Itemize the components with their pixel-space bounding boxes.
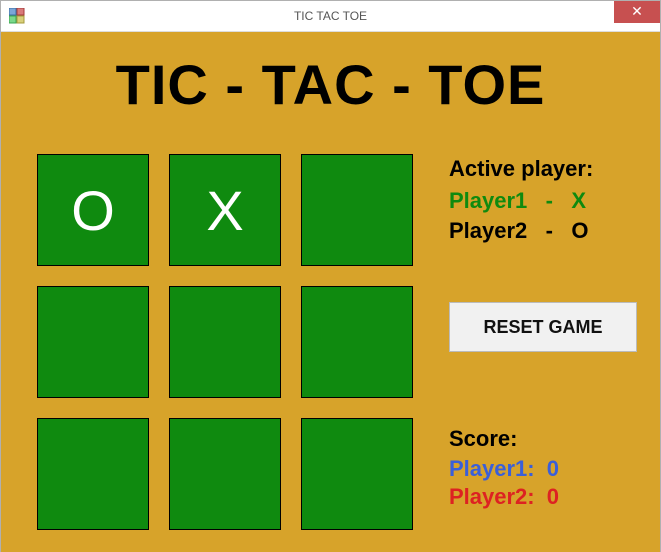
player2-row: Player2 - O bbox=[449, 218, 649, 244]
active-player-label: Active player: bbox=[449, 156, 649, 182]
client-area: TIC - TAC - TOE O X Active player: Playe… bbox=[1, 32, 660, 552]
player2-separator: - bbox=[546, 218, 553, 243]
score-label: Score: bbox=[449, 426, 559, 452]
titlebar: TIC TAC TOE ✕ bbox=[1, 1, 660, 32]
score-player2-name: Player2: bbox=[449, 484, 535, 509]
score-player1-name: Player1: bbox=[449, 456, 535, 481]
player2-mark: O bbox=[571, 218, 588, 243]
reset-button-label: RESET GAME bbox=[483, 317, 602, 338]
app-window: TIC TAC TOE ✕ TIC - TAC - TOE O X Active… bbox=[0, 0, 661, 552]
score-panel: Score: Player1: 0 Player2: 0 bbox=[449, 426, 559, 512]
reset-button[interactable]: RESET GAME bbox=[449, 302, 637, 352]
cell-1-0[interactable] bbox=[37, 286, 149, 398]
cell-1-2[interactable] bbox=[301, 286, 413, 398]
cell-2-2[interactable] bbox=[301, 418, 413, 530]
player1-separator: - bbox=[546, 188, 553, 213]
game-title: TIC - TAC - TOE bbox=[1, 32, 660, 117]
close-button[interactable]: ✕ bbox=[614, 1, 660, 23]
player1-row: Player1 - X bbox=[449, 188, 649, 214]
board: O X bbox=[37, 154, 417, 530]
score-player1-row: Player1: 0 bbox=[449, 456, 559, 482]
score-player2-value: 0 bbox=[547, 484, 559, 509]
score-player2-row: Player2: 0 bbox=[449, 484, 559, 510]
close-icon: ✕ bbox=[631, 3, 643, 19]
cell-2-0[interactable] bbox=[37, 418, 149, 530]
cell-0-2[interactable] bbox=[301, 154, 413, 266]
window-title: TIC TAC TOE bbox=[1, 9, 660, 23]
cell-0-1[interactable]: X bbox=[169, 154, 281, 266]
player1-name: Player1 bbox=[449, 188, 527, 213]
cell-1-1[interactable] bbox=[169, 286, 281, 398]
app-icon bbox=[9, 8, 25, 24]
score-player1-value: 0 bbox=[547, 456, 559, 481]
player2-name: Player2 bbox=[449, 218, 527, 243]
player1-mark: X bbox=[571, 188, 586, 213]
cell-0-0[interactable]: O bbox=[37, 154, 149, 266]
side-panel: Active player: Player1 - X Player2 - O bbox=[449, 156, 649, 248]
cell-2-1[interactable] bbox=[169, 418, 281, 530]
